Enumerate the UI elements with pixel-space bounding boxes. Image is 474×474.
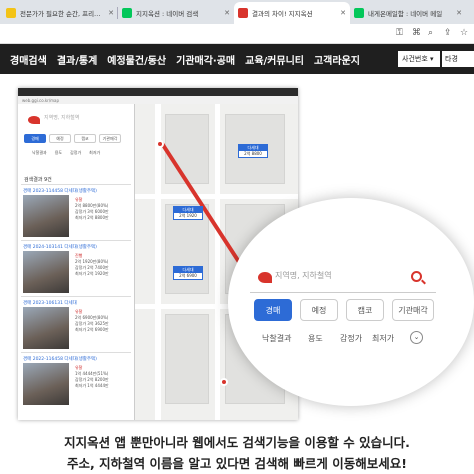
zoom-filter-usage[interactable]: 용도 — [308, 333, 323, 344]
listing-card[interactable]: 경매 2023-114458 다세대(생활주택) 유찰 2억 8800만(80%… — [21, 184, 131, 238]
ggi-favicon-icon — [238, 8, 248, 18]
key-icon[interactable]: ⚿ — [396, 28, 403, 38]
auction-button[interactable]: 경매 — [24, 134, 46, 143]
building-photo — [23, 307, 69, 349]
filter-min-price[interactable]: 최저가 — [89, 150, 100, 156]
zoom-kamco-button[interactable]: 캠코 — [346, 299, 384, 321]
building-photo — [23, 363, 69, 405]
filter-usage[interactable]: 용도 — [55, 150, 62, 156]
filter-row: 낙찰결과 용도 감정가 최저가 — [32, 150, 100, 156]
scheduled-button[interactable]: 예정 — [49, 134, 71, 143]
zoom-filter-result[interactable]: 낙찰결과 — [262, 333, 291, 344]
case-number-select[interactable]: 사건번호 ▾ — [398, 51, 440, 67]
listing-label: 경매 2023-114458 다세대(생활주택) — [23, 189, 97, 194]
nav-item-customer[interactable]: 고객라운지 — [314, 52, 360, 67]
search-input[interactable]: 지역명, 지하철역 — [44, 114, 79, 121]
zoom-auction-button[interactable]: 경매 — [254, 299, 292, 321]
close-icon[interactable]: ✕ — [108, 9, 114, 17]
caption-line-1: 지지옥션 앱 뿐만아니라 웹에서도 검색기능을 이용할 수 있습니다. — [64, 435, 410, 450]
tab-title: 전문가가 필요한 순간, 프리랜서 마켓 — [20, 10, 106, 18]
close-icon[interactable]: ✕ — [456, 9, 462, 17]
translate-icon[interactable]: ⌘ — [412, 28, 421, 38]
site-nav: 경매검색 결과/통계 예정물건/동산 기관매각·공매 교육/커뮤니티 고객라운지… — [0, 44, 474, 74]
zoom-institution-sale-button[interactable]: 기관매각 — [392, 299, 434, 321]
naver-favicon-icon — [354, 8, 364, 18]
listing-info: 유찰 2억 6900만(80%) 감정가 3억 3625만 최저가 2억 690… — [75, 309, 109, 332]
close-icon[interactable]: ✕ — [340, 9, 346, 17]
nav-item-public-sale[interactable]: 기관매각·공매 — [176, 52, 235, 67]
listing-info: 진행 2억 1920만(80%) 감정가 2억 7400만 최저가 2억 192… — [75, 253, 109, 276]
results-header: 검색결과 9건 — [24, 177, 52, 183]
case-type-select[interactable]: 타경 — [442, 51, 474, 67]
tab-title: 내게온메일함 : 네이버 메일 — [368, 10, 443, 18]
screenshot-url: web.ggi.co.kr/map — [18, 96, 298, 104]
zoom-filter-min-price[interactable]: 최저가 — [372, 333, 394, 344]
browser-tab[interactable]: 내게온메일함 : 네이버 메일 ✕ — [350, 2, 466, 24]
share-icon[interactable]: ⇪ — [444, 28, 452, 38]
tab-title: 결과의 차이! 지지옥션 — [252, 10, 313, 18]
map-price-tag[interactable]: 다세대 2억 8800 — [238, 144, 268, 158]
listing-label: 경매 2022-116458 다세대(생활주택) — [23, 357, 97, 362]
caption-line-2: 주소, 지하철역 이름을 알고 있다면 검색해 빠르게 이동해보세요! — [67, 456, 407, 471]
nav-item-auction-search[interactable]: 경매검색 — [10, 52, 47, 67]
map-price-tag[interactable]: 다세대 2억 1920 — [173, 206, 203, 220]
listing-label: 경매 2024-103141 다세대(생활주택) — [23, 245, 97, 250]
ggi-logo-icon — [28, 116, 40, 124]
listing-card[interactable]: 경매 2022-116458 다세대(생활주택) 유찰 1억 4444만(51%… — [21, 352, 131, 406]
window-titlebar — [18, 88, 298, 96]
listing-label: 경매 2023-106131 다세대 — [23, 301, 77, 306]
divider — [250, 292, 436, 293]
zoom-search-input[interactable]: 지역명, 지하철역 — [275, 270, 332, 281]
close-icon[interactable]: ✕ — [224, 9, 230, 17]
search-icon[interactable]: ⌕ — [428, 28, 433, 38]
nav-item-results-stats[interactable]: 결과/통계 — [57, 52, 97, 67]
map-pin-icon[interactable] — [220, 378, 228, 386]
zoom-scheduled-button[interactable]: 예정 — [300, 299, 338, 321]
address-bar[interactable]: ⚿ ⌘ ⌕ ⇪ ☆ — [0, 24, 474, 44]
listing-card[interactable]: 경매 2024-103141 다세대(생활주택) 진행 2억 1920만(80%… — [21, 240, 131, 294]
institution-sale-button[interactable]: 기관매각 — [99, 134, 121, 143]
ggi-logo-icon — [258, 272, 272, 283]
building-photo — [23, 251, 69, 293]
search-sidebar: 지역명, 지하철역 경매 예정 캠코 기관매각 낙찰결과 용도 감정가 최저가 … — [18, 104, 135, 420]
zoom-filter-appraisal[interactable]: 감정가 — [340, 333, 362, 344]
browser-tab-active[interactable]: 결과의 차이! 지지옥션 ✕ — [234, 2, 350, 24]
map-pin-icon[interactable] — [156, 140, 164, 148]
chevron-down-icon[interactable]: ⌄ — [410, 331, 423, 344]
listing-card[interactable]: 경매 2023-106131 다세대 유찰 2억 6900만(80%) 감정가 … — [21, 296, 131, 350]
nav-item-scheduled[interactable]: 예정물건/동산 — [107, 52, 166, 67]
map-price-tag[interactable]: 다세대 2억 6900 — [173, 266, 203, 280]
browser-tab[interactable]: 전문가가 필요한 순간, 프리랜서 마켓 ✕ — [2, 2, 118, 24]
bookmark-star-icon[interactable]: ☆ — [460, 28, 468, 38]
tab-title: 지지옥션 : 네이버 검색 — [136, 10, 199, 18]
listing-info: 유찰 1억 4444만(51%) 감정가 2억 8200만 최저가 1억 444… — [75, 365, 109, 388]
building-photo — [23, 195, 69, 237]
category-buttons: 경매 예정 캠코 기관매각 — [24, 134, 121, 143]
browser-tab-bar: 전문가가 필요한 순간, 프리랜서 마켓 ✕ 지지옥션 : 네이버 검색 ✕ 결… — [0, 0, 474, 24]
search-icon[interactable] — [411, 271, 422, 282]
kamco-button[interactable]: 캠코 — [74, 134, 96, 143]
nav-item-education[interactable]: 교육/커뮤니티 — [245, 52, 304, 67]
caption: 지지옥션 앱 뿐만아니라 웹에서도 검색기능을 이용할 수 있습니다. 주소, … — [0, 432, 474, 474]
filter-appraisal[interactable]: 감정가 — [70, 150, 81, 156]
browser-tab[interactable]: 지지옥션 : 네이버 검색 ✕ — [118, 2, 234, 24]
kmong-favicon-icon — [6, 8, 16, 18]
filter-result[interactable]: 낙찰결과 — [32, 150, 47, 156]
listing-info: 유찰 2억 8800만(80%) 감정가 3억 6000만 최저가 2억 880… — [75, 197, 109, 220]
naver-favicon-icon — [122, 8, 132, 18]
